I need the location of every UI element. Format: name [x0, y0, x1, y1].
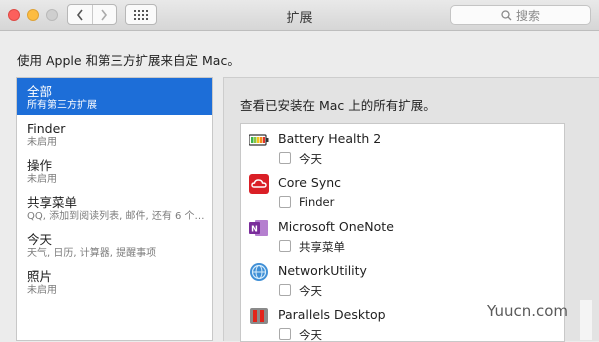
extension-option-label: Finder: [299, 195, 335, 209]
extension-option-label: 今天: [299, 284, 322, 298]
search-icon: [501, 9, 512, 20]
watermark-bar: [580, 300, 592, 340]
extension-option-label: 共享菜单: [299, 240, 345, 254]
creative-cloud-icon: [249, 174, 269, 194]
sidebar-item-title: 全部: [27, 84, 53, 99]
extension-checkbox[interactable]: [279, 152, 291, 164]
sidebar-item-subtitle: 未启用: [27, 137, 57, 148]
sidebar-item-subtitle: QQ, 添加到阅读列表, 邮件, 还有 6 个…: [27, 211, 205, 222]
sidebar-item-title: Finder: [27, 121, 66, 136]
list-item: NetworkUtility 今天: [241, 256, 564, 300]
network-utility-icon: [250, 263, 268, 281]
svg-text:N: N: [251, 225, 258, 234]
sidebar-item-all[interactable]: 全部 所有第三方扩展: [17, 78, 212, 115]
detail-heading: 查看已安装在 Mac 上的所有扩展。: [240, 98, 436, 113]
sidebar-item-title: 操作: [27, 158, 53, 173]
sidebar-item-actions[interactable]: 操作 未启用: [17, 152, 212, 189]
list-item: N Microsoft OneNote 共享菜单: [241, 212, 564, 256]
extension-option-label: 今天: [299, 328, 322, 342]
battery-icon: [249, 134, 269, 146]
onenote-icon: N: [249, 220, 268, 236]
sidebar-item-today[interactable]: 今天 天气, 日历, 计算器, 提醒事项: [17, 226, 212, 263]
extension-option-label: 今天: [299, 152, 322, 166]
sidebar-item-subtitle: 天气, 日历, 计算器, 提醒事项: [27, 248, 157, 259]
parallels-icon: [250, 308, 268, 324]
list-item: Battery Health 2 今天: [241, 124, 564, 168]
page-headline: 使用 Apple 和第三方扩展来自定 Mac。: [17, 53, 240, 68]
sidebar-item-photos[interactable]: 照片 未启用: [17, 263, 212, 300]
sidebar-item-finder[interactable]: Finder 未启用: [17, 115, 212, 152]
extension-name: Parallels Desktop: [278, 307, 386, 322]
list-item: Core Sync Finder: [241, 168, 564, 212]
extension-name: NetworkUtility: [278, 263, 367, 278]
sidebar-item-title: 照片: [27, 269, 53, 284]
extension-checkbox[interactable]: [279, 284, 291, 296]
sidebar-item-subtitle: 未启用: [27, 174, 57, 185]
extension-checkbox[interactable]: [279, 240, 291, 252]
sidebar-item-title: 共享菜单: [27, 195, 78, 210]
watermark-text: Yuucn.com: [487, 302, 569, 320]
category-sidebar: 全部 所有第三方扩展 Finder 未启用 操作 未启用 共享菜单 QQ, 添加…: [16, 77, 213, 341]
extension-name: Microsoft OneNote: [278, 219, 394, 234]
sidebar-item-subtitle: 未启用: [27, 285, 57, 296]
sidebar-item-share-menu[interactable]: 共享菜单 QQ, 添加到阅读列表, 邮件, 还有 6 个…: [17, 189, 212, 226]
extension-checkbox[interactable]: [279, 196, 291, 208]
extension-name: Battery Health 2: [278, 131, 382, 146]
search-input[interactable]: 搜索: [450, 5, 591, 25]
title-bar: 扩展 搜索: [0, 0, 599, 31]
search-placeholder: 搜索: [515, 8, 540, 23]
extension-name: Core Sync: [278, 175, 342, 190]
extension-checkbox[interactable]: [279, 328, 291, 340]
sidebar-item-subtitle: 所有第三方扩展: [27, 100, 97, 111]
sidebar-item-title: 今天: [27, 232, 53, 247]
